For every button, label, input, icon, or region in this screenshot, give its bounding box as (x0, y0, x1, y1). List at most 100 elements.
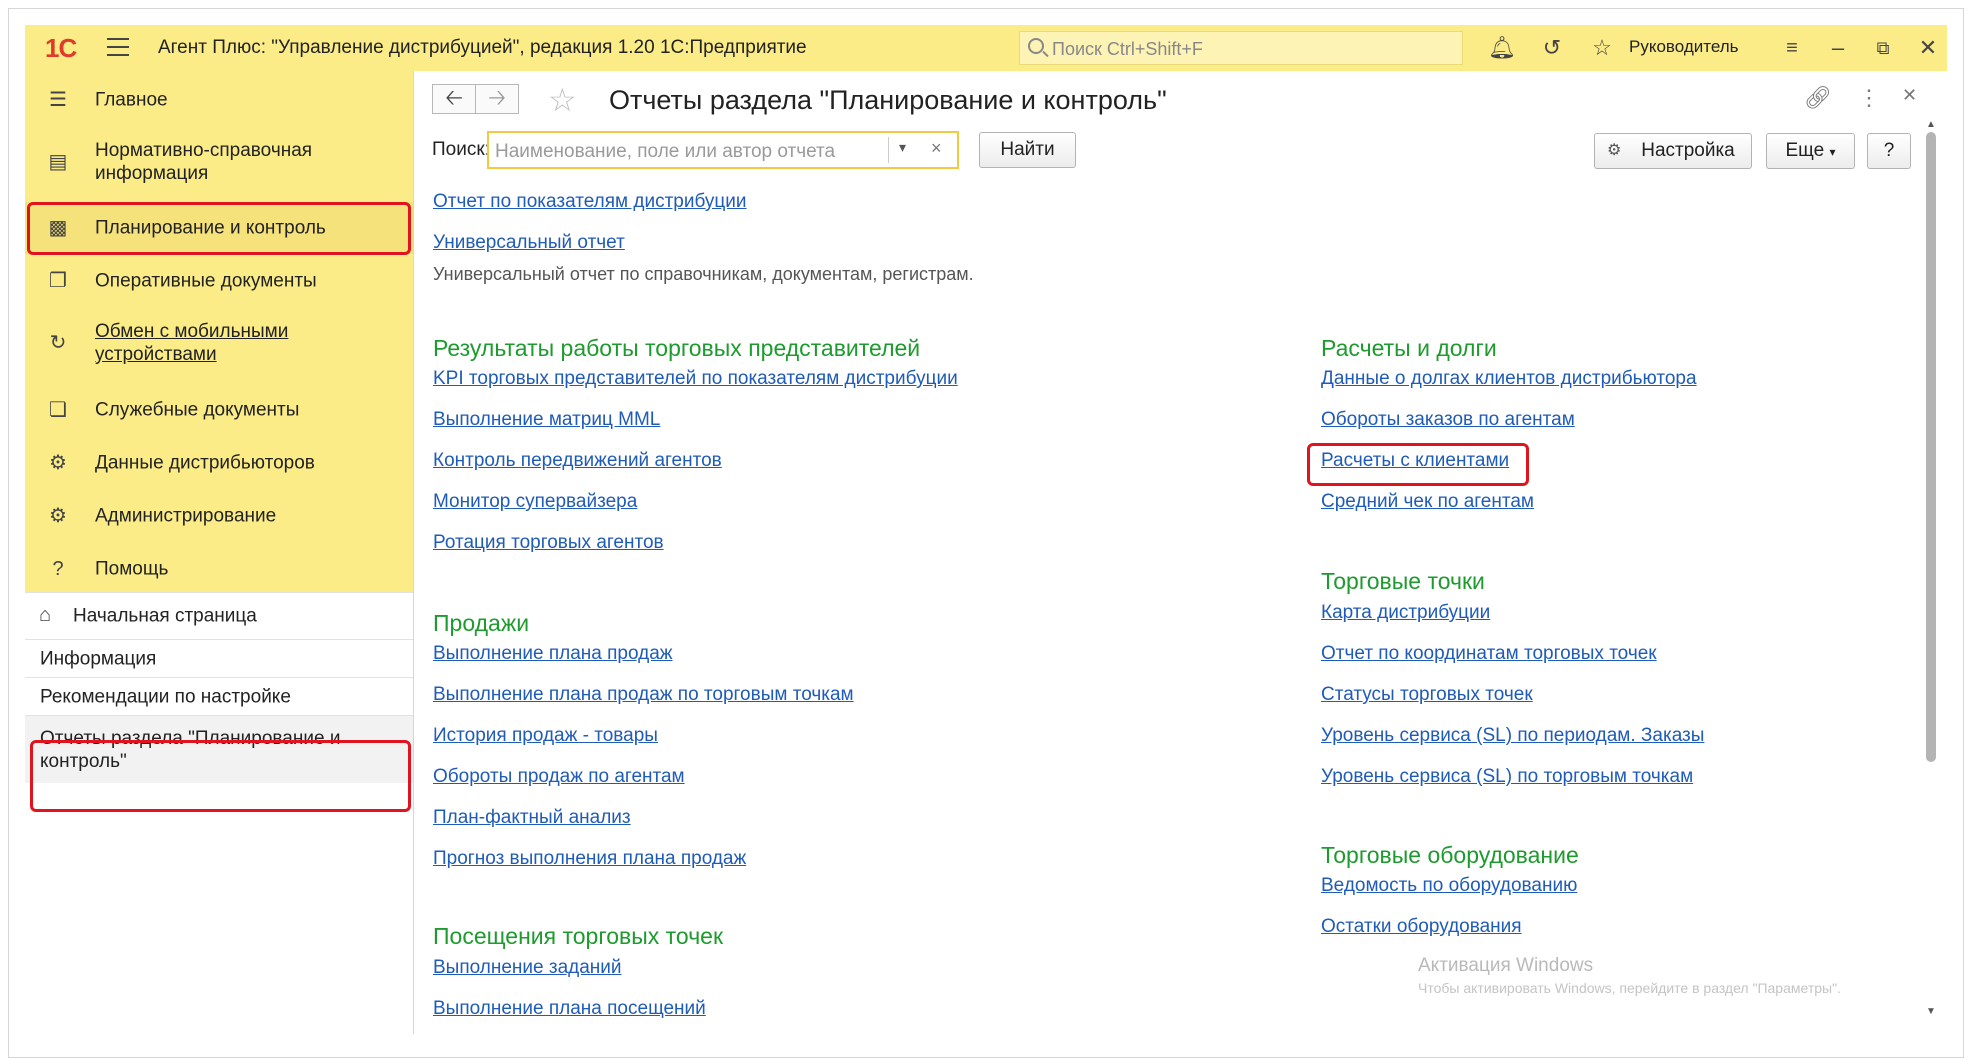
group-heading: Торговые оборудование (1321, 842, 1579, 868)
more-button[interactable]: Еще ▾ (1766, 133, 1855, 169)
more-button-label: Еще (1785, 140, 1825, 161)
clear-icon[interactable]: × (931, 138, 942, 159)
sidebar-item-administration[interactable]: ⚙ Администрирование (25, 490, 413, 542)
report-link[interactable]: Выполнение плана продаж (433, 643, 673, 665)
report-link[interactable]: Контроль передвижений агентов (433, 450, 722, 472)
report-link[interactable]: Монитор супервайзера (433, 491, 637, 513)
report-link[interactable]: Выполнение матриц MML (433, 409, 660, 431)
gear-icon: ⚙ (49, 505, 67, 527)
sidebar-item-label: Служебные документы (95, 399, 300, 421)
report-link[interactable]: Ротация торговых агентов (433, 532, 664, 554)
open-window-recommendations[interactable]: Рекомендации по настройке (25, 677, 413, 715)
open-window-information[interactable]: Информация (25, 639, 413, 677)
sidebar-item-label: Обмен с мобильными устройствами (95, 321, 289, 365)
help-button[interactable]: ? (1867, 133, 1911, 169)
open-window-home[interactable]: ⌂ Начальная страница (25, 592, 413, 639)
global-search-placeholder: Поиск Ctrl+Shift+F (1052, 39, 1203, 59)
menu-icon: ☰ (49, 89, 67, 111)
chevron-down-icon: ▾ (1829, 145, 1836, 159)
report-link[interactable]: Статусы торговых точек (1321, 684, 1533, 706)
sidebar: ☰ Главное ▤ Нормативно-справочная информ… (25, 71, 414, 1034)
sidebar-item-label: Нормативно-справочная информация (95, 140, 313, 184)
close-form-icon[interactable]: ✕ (1902, 85, 1917, 106)
settings-menu-icon[interactable]: ≡ (1777, 33, 1807, 63)
open-window-planning-reports[interactable]: Отчеты раздела "Планирование и контроль" (25, 715, 413, 783)
report-link[interactable]: История продаж - товары (433, 725, 658, 747)
report-link[interactable]: Средний чек по агентам (1321, 491, 1534, 513)
restore-icon[interactable]: ⧉ (1868, 33, 1898, 63)
help-icon: ? (52, 558, 64, 580)
report-link[interactable]: Карта дистрибуции (1321, 602, 1490, 624)
report-search-input[interactable]: Наименование, поле или автор отчета ▾ × (487, 131, 959, 169)
more-actions-icon[interactable]: ⋮ (1858, 85, 1880, 111)
global-search-input[interactable]: Поиск Ctrl+Shift+F (1019, 31, 1463, 65)
report-link[interactable]: Выполнение плана продаж по торговым точк… (433, 684, 854, 706)
sidebar-item-label: Помощь (95, 558, 169, 580)
report-link[interactable]: Уровень сервиса (SL) по торговым точкам (1321, 766, 1693, 788)
report-link[interactable]: Расчеты с клиентами (1321, 450, 1509, 472)
report-link[interactable]: План-фактный анализ (433, 807, 631, 829)
sidebar-item-label: Главное (95, 89, 168, 111)
close-icon[interactable]: ✕ (1913, 33, 1943, 63)
sidebar-item-label: Администрирование (95, 505, 277, 527)
title-bar: 1С Агент Плюс: "Управление дистрибуцией"… (25, 25, 1947, 71)
group-heading: Расчеты и долги (1321, 335, 1497, 361)
open-window-label: Начальная страница (73, 605, 257, 627)
report-link[interactable]: Ведомость по оборудованию (1321, 875, 1577, 897)
sidebar-item-distributor-data[interactable]: ⚙ Данные дистрибьюторов (25, 437, 413, 489)
report-link[interactable]: Выполнение плана посещений (433, 998, 706, 1020)
group-heading: Продажи (433, 610, 530, 636)
settings-icon: ⚙ (1607, 142, 1622, 159)
sidebar-item-main[interactable]: ☰ Главное (25, 74, 413, 126)
favorites-star-icon[interactable]: ☆ (1587, 33, 1617, 63)
chevron-down-icon[interactable]: ▾ (899, 139, 906, 156)
sidebar-item-planning[interactable]: ▩ Планирование и контроль (25, 202, 413, 254)
report-link[interactable]: Уровень сервиса (SL) по периодам. Заказы (1321, 725, 1704, 747)
page-title: Отчеты раздела "Планирование и контроль" (609, 85, 1167, 115)
sidebar-item-mobile-exchange[interactable]: ↻ Обмен с мобильными устройствами (25, 308, 413, 378)
report-link[interactable]: Выполнение заданий (433, 957, 622, 979)
main-content: 🡠 🡢 ☆ Отчеты раздела "Планирование и кон… (414, 71, 1947, 1034)
settings-button-label: Настройка (1641, 140, 1735, 161)
report-link[interactable]: Остатки оборудования (1321, 916, 1522, 938)
forward-button[interactable]: 🡢 (475, 84, 519, 114)
link-icon[interactable]: 🔗︎ (1804, 85, 1832, 111)
report-link[interactable]: Прогноз выполнения плана продаж (433, 848, 746, 870)
sidebar-item-reference-info[interactable]: ▤ Нормативно-справочная информация (25, 127, 413, 197)
find-button[interactable]: Найти (979, 132, 1076, 168)
report-link[interactable]: KPI торговых представителей по показател… (433, 368, 958, 390)
1c-logo: 1С (45, 33, 77, 63)
scroll-down-arrow[interactable]: ▼ (1926, 1006, 1936, 1017)
back-button[interactable]: 🡠 (432, 84, 476, 114)
bar-chart-icon: ▩ (48, 217, 68, 239)
scroll-up-arrow[interactable]: ▲ (1926, 119, 1936, 130)
sidebar-item-service-docs[interactable]: ❏ Служебные документы (25, 384, 413, 436)
search-placeholder: Наименование, поле или автор отчета (495, 141, 836, 162)
search-icon (1028, 38, 1044, 54)
group-heading: Посещения торговых точек (433, 923, 724, 949)
sidebar-item-help[interactable]: ? Помощь (25, 543, 413, 595)
report-link[interactable]: Отчет по координатам торговых точек (1321, 643, 1657, 665)
bell-icon[interactable]: 🔔︎ (1487, 33, 1517, 63)
columns-icon: ▤ (48, 151, 68, 173)
sync-icon: ↻ (49, 332, 67, 354)
open-window-label: Отчеты раздела "Планирование и контроль" (40, 727, 341, 772)
minimize-icon[interactable]: – (1823, 33, 1853, 63)
sidebar-item-label: Оперативные документы (95, 270, 317, 292)
sidebar-item-operational-docs[interactable]: ❐ Оперативные документы (25, 255, 413, 307)
report-link[interactable]: Обороты заказов по агентам (1321, 409, 1575, 431)
documents-icon: ❐ (49, 270, 67, 292)
report-link[interactable]: Универсальный отчет (433, 232, 625, 254)
report-link[interactable]: Данные о долгах клиентов дистрибьютора (1321, 368, 1697, 390)
service-documents-icon: ❏ (49, 399, 67, 421)
history-icon[interactable]: ↺ (1537, 33, 1567, 63)
current-user[interactable]: Руководитель (1629, 37, 1739, 57)
report-link[interactable]: Отчет по показателям дистрибуции (433, 191, 747, 213)
sidebar-item-label: Планирование и контроль (95, 217, 326, 239)
settings-button[interactable]: ⚙ Настройка (1594, 133, 1752, 169)
report-link[interactable]: Обороты продаж по агентам (433, 766, 685, 788)
favorite-star-icon[interactable]: ☆ (548, 81, 577, 119)
vertical-scrollbar[interactable] (1926, 132, 1936, 762)
open-window-label: Рекомендации по настройке (40, 686, 291, 707)
main-menu-icon[interactable] (107, 38, 129, 56)
